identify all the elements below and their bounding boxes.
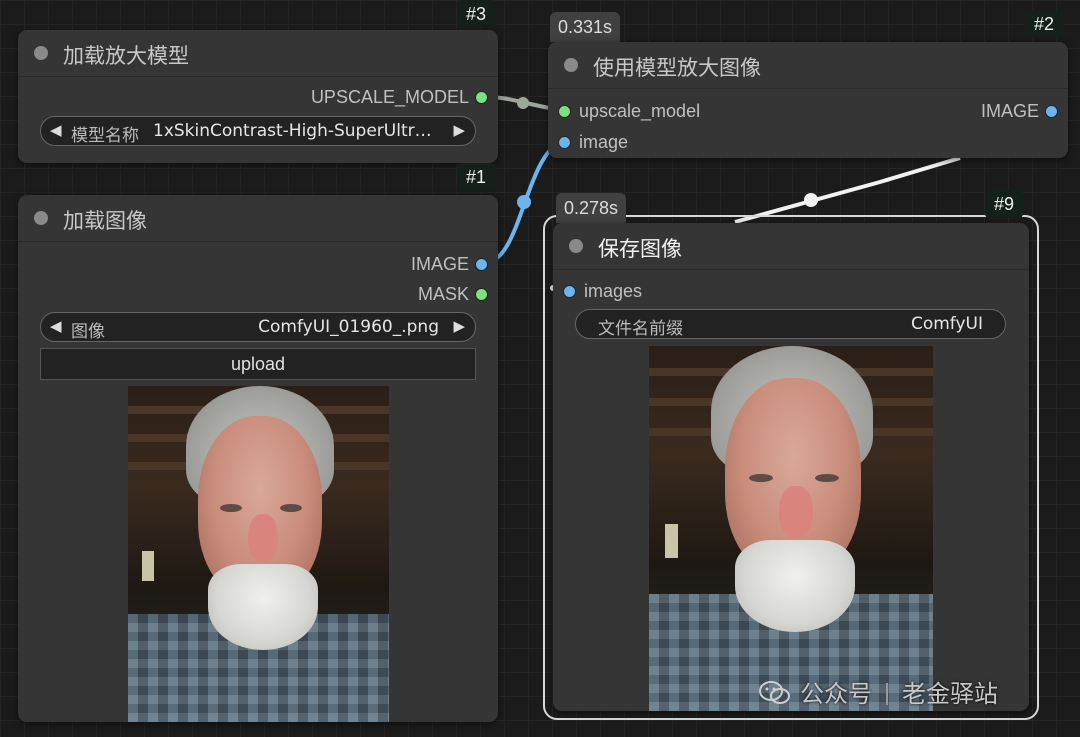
node-save-image[interactable]: 保存图像 images 文件名前缀 ComfyUI — [553, 223, 1029, 711]
output-slot-dot[interactable] — [475, 258, 488, 271]
output-label: UPSCALE_MODEL — [310, 87, 469, 107]
node-id-badge: #9 — [985, 190, 1024, 218]
output-label: MASK — [417, 284, 469, 304]
node-title: 加载图像 — [63, 209, 147, 233]
image-link-midpoint — [517, 195, 531, 209]
arrow-right-icon[interactable]: ▶ — [453, 317, 465, 335]
input-slot-dot[interactable] — [558, 105, 571, 118]
model-name-select[interactable]: ◀ 模型名称 1xSkinContrast-High-SuperUltr… ▶ — [40, 116, 476, 146]
input-label: image — [579, 132, 629, 152]
image-select[interactable]: ◀ 图像 ComfyUI_01960_.png ▶ — [40, 312, 476, 342]
output-slot-dot[interactable] — [475, 288, 488, 301]
input-slot-dot[interactable] — [563, 285, 576, 298]
node-title: 保存图像 — [598, 237, 682, 261]
node-id-badge: #3 — [457, 0, 496, 28]
output-image-preview — [649, 346, 933, 711]
node-timing: 0.278s — [556, 193, 627, 223]
image-preview — [128, 386, 389, 722]
node-header[interactable]: 保存图像 — [553, 223, 1029, 270]
widget-label: 模型名称 — [71, 126, 139, 146]
node-collapse-dot[interactable] — [34, 211, 48, 225]
output-slot-dot[interactable] — [1045, 105, 1058, 118]
node-upscale-image-using-model[interactable]: 使用模型放大图像 upscale_model image IMAGE — [548, 42, 1068, 158]
widget-value: 1xSkinContrast-High-SuperUltr… — [153, 121, 432, 141]
input-images[interactable]: images — [563, 280, 642, 302]
watermark-right: 老金驿站 — [902, 680, 998, 708]
output-slot-dot[interactable] — [475, 91, 488, 104]
output-label: IMAGE — [980, 101, 1039, 121]
node-id-badge: #2 — [1025, 10, 1064, 38]
upscaled-image-link-midpoint — [804, 193, 818, 207]
node-collapse-dot[interactable] — [34, 46, 48, 60]
input-slot-dot[interactable] — [558, 136, 571, 149]
node-load-upscale-model[interactable]: 加载放大模型 UPSCALE_MODEL ◀ 模型名称 1xSkinContra… — [18, 30, 498, 163]
node-title: 使用模型放大图像 — [593, 56, 761, 80]
wechat-icon — [759, 681, 790, 704]
node-title: 加载放大模型 — [63, 44, 189, 68]
node-header[interactable]: 使用模型放大图像 — [548, 42, 1068, 89]
node-timing: 0.331s — [550, 12, 621, 42]
node-collapse-dot[interactable] — [569, 239, 583, 253]
watermark-left: 公众号 — [800, 680, 872, 708]
filename-prefix-field[interactable]: 文件名前缀 ComfyUI — [575, 309, 1006, 339]
upscaled-image-link — [734, 156, 961, 224]
widget-value: ComfyUI — [910, 314, 983, 334]
arrow-left-icon[interactable]: ◀ — [50, 121, 62, 139]
output-image[interactable]: IMAGE — [411, 253, 488, 275]
upload-button[interactable]: upload — [40, 348, 476, 380]
output-upscale-model[interactable]: UPSCALE_MODEL — [311, 86, 488, 108]
node-id-badge: #1 — [457, 163, 496, 191]
node-header[interactable]: 加载放大模型 — [18, 30, 498, 77]
node-header[interactable]: 加载图像 — [18, 195, 498, 242]
output-image[interactable]: IMAGE — [981, 100, 1058, 122]
input-upscale-model[interactable]: upscale_model — [558, 100, 700, 122]
node-collapse-dot[interactable] — [564, 58, 578, 72]
widget-value: ComfyUI_01960_.png — [258, 317, 439, 337]
node-load-image[interactable]: 加载图像 IMAGE MASK ◀ 图像 ComfyUI_01960_.png … — [18, 195, 498, 722]
output-mask[interactable]: MASK — [418, 283, 488, 305]
arrow-right-icon[interactable]: ▶ — [453, 121, 465, 139]
widget-label: 图像 — [71, 322, 105, 342]
arrow-left-icon[interactable]: ◀ — [50, 317, 62, 335]
upscale-model-link-midpoint — [517, 97, 529, 109]
output-label: IMAGE — [410, 254, 469, 274]
watermark: 公众号 老金驿站 — [758, 676, 998, 712]
widget-label: 文件名前缀 — [598, 319, 683, 339]
input-label: upscale_model — [579, 101, 701, 121]
input-image[interactable]: image — [558, 131, 628, 153]
input-label: images — [584, 281, 643, 301]
